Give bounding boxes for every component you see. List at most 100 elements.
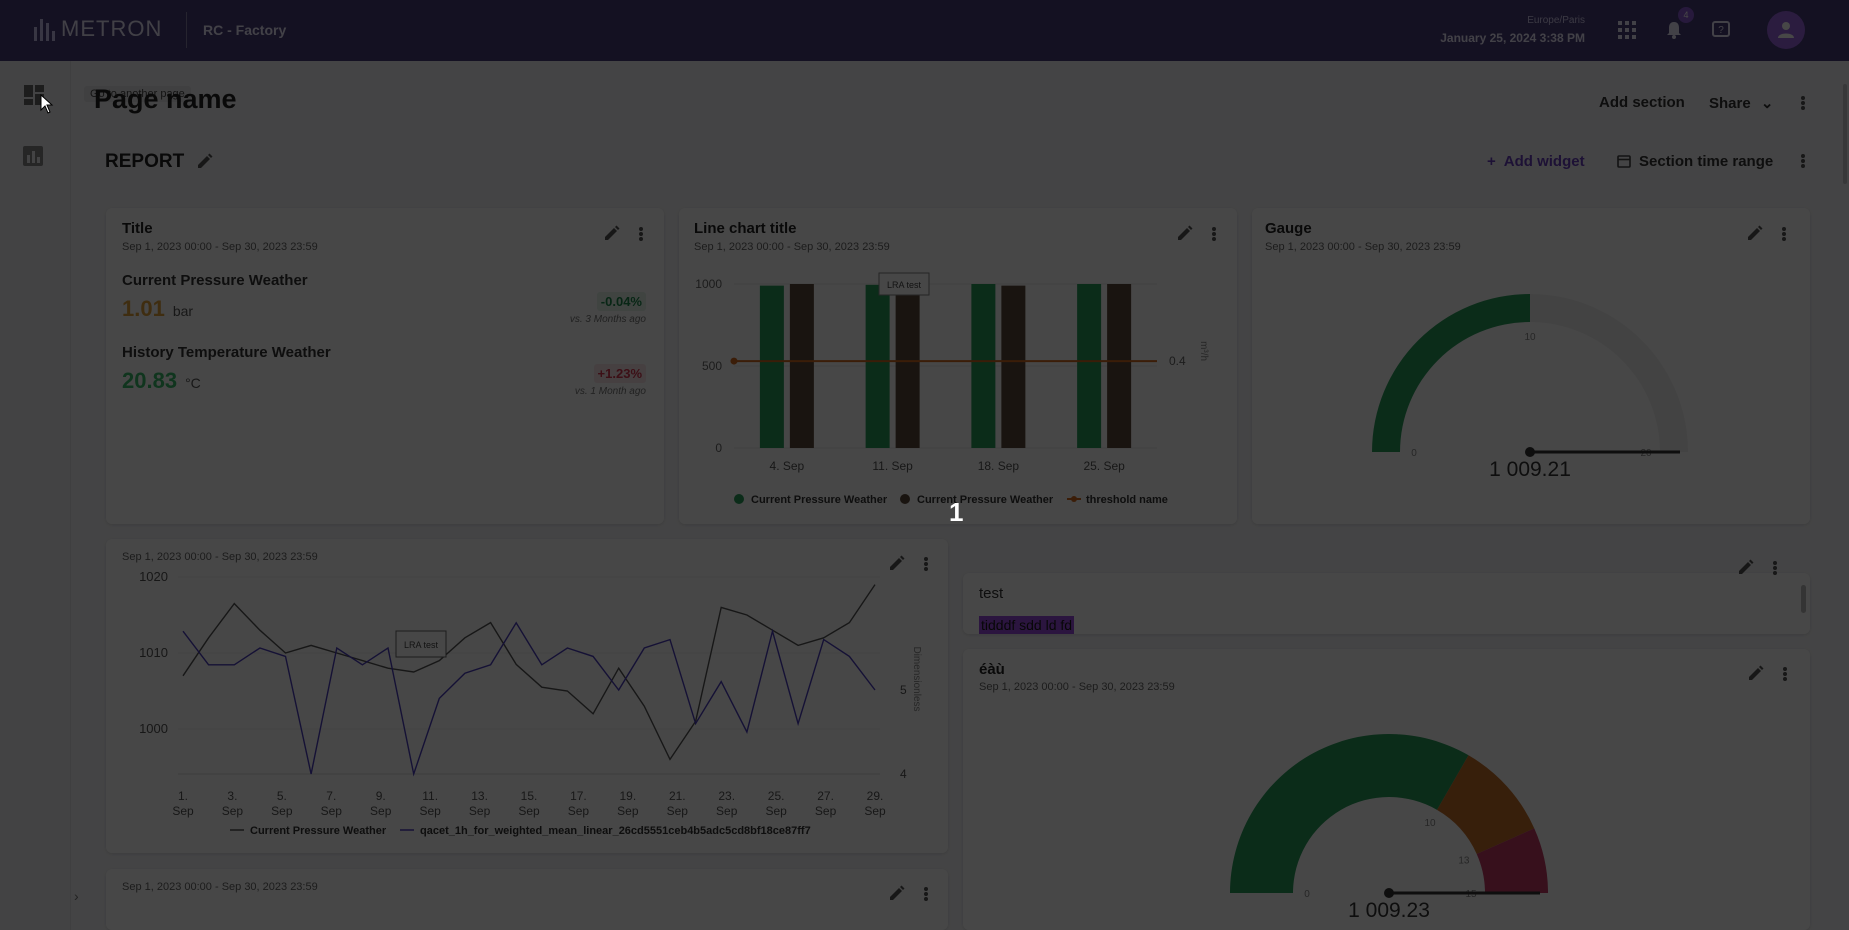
add-widget-button[interactable]: + Add widget (1487, 153, 1585, 170)
x-tick-sublabel: Sep (864, 804, 886, 818)
x-tick-label: 7. (326, 789, 336, 803)
right-axis-label: m³/h (1198, 341, 1209, 361)
expand-sidebar-chevron-icon[interactable]: › (74, 888, 92, 906)
x-tick-label: 3. (227, 789, 237, 803)
bar (789, 284, 814, 448)
top-bar: METRON RC - Factory Europe/Paris January… (0, 0, 1849, 61)
user-avatar[interactable] (1767, 11, 1805, 49)
share-button[interactable]: Share ⌄ (1709, 94, 1773, 112)
legend-label: Current Pressure Weather (751, 494, 888, 506)
x-tick-label: 17. (570, 789, 587, 803)
widget-title: Title (122, 220, 153, 237)
section-more-menu-icon[interactable] (1795, 152, 1811, 170)
bar (895, 285, 920, 448)
page-title[interactable]: Page name (94, 84, 237, 115)
bar (759, 285, 784, 448)
gauge-tick-label: 10 (1424, 818, 1436, 829)
highlighted-text: tidddf sdd ld fd (979, 616, 1075, 634)
page-more-menu-icon[interactable] (1795, 94, 1811, 112)
annotation-label: LRA test (404, 640, 439, 650)
text-widget-scrollbar[interactable] (1801, 585, 1806, 613)
bar-chart-widget: Line chart title Sep 1, 2023 00:00 - Sep… (679, 208, 1237, 524)
app-logo[interactable]: METRON (34, 16, 162, 42)
edit-widget-pencil-icon[interactable] (1737, 558, 1755, 576)
widget-date-range: Sep 1, 2023 00:00 - Sep 30, 2023 23:59 (122, 241, 318, 253)
x-tick-label: 5. (277, 789, 287, 803)
x-tick-sublabel: Sep (271, 804, 293, 818)
x-tick-sublabel: Sep (469, 804, 491, 818)
kpi-widget: Title Sep 1, 2023 00:00 - Sep 30, 2023 2… (106, 208, 664, 524)
y-tick-label: 1000 (695, 277, 722, 291)
legend-label: qacet_1h_for_weighted_mean_linear_26cd55… (420, 825, 811, 837)
sidebar (0, 61, 71, 930)
legend-marker (1071, 496, 1077, 502)
apps-grid-icon[interactable] (1615, 18, 1639, 42)
kpi-delta-badge: +1.23% (593, 364, 646, 383)
x-tick-sublabel: Sep (419, 804, 441, 818)
chevron-down-icon: ⌄ (1760, 95, 1774, 112)
gauge-chart: 01013151 009.23 (1230, 734, 1548, 922)
gauge-value: 1 009.23 (1348, 899, 1430, 922)
x-tick-label: 4. Sep (770, 459, 805, 473)
page-scrollbar[interactable] (1843, 84, 1847, 184)
factory-name[interactable]: RC - Factory (203, 22, 286, 38)
line-chart: 10001010102045 Dimensionless1.Sep3.Sep5.S… (139, 569, 922, 837)
annotation-label: LRA test (887, 280, 922, 290)
threshold-marker (730, 357, 738, 365)
help-icon[interactable]: ? (1709, 18, 1733, 42)
x-tick-label: 11. (422, 789, 438, 803)
kpi-unit: °C (185, 375, 201, 391)
gauge-needle-hub (1525, 447, 1535, 457)
timezone-label: Europe/Paris (1527, 15, 1585, 26)
right-tick-label: 5 (900, 683, 907, 697)
edit-widget-pencil-icon[interactable] (603, 224, 621, 242)
kpi-unit: bar (172, 303, 194, 319)
kpi-label: Current Pressure Weather (122, 272, 308, 289)
gauge-needle-hub (1384, 888, 1394, 898)
add-section-button[interactable]: Add section (1599, 94, 1685, 111)
gauge-widget-2: éàù Sep 1, 2023 00:00 - Sep 30, 2023 23:… (963, 649, 1810, 930)
bar-chart: 0 500 1000 4. Sep 11. Sep 18. Sep 25. Sep 0.4 m³… (695, 272, 1209, 506)
text-widget-body: test (979, 585, 1004, 602)
x-tick-label: 9. (376, 789, 386, 803)
widget-more-menu-icon[interactable] (633, 225, 649, 243)
gauge-widget: Gauge Sep 1, 2023 00:00 - Sep 30, 2023 2… (1252, 208, 1810, 524)
x-tick-sublabel: Sep (321, 804, 343, 818)
gauge-tick-label: 0 (1304, 889, 1310, 900)
widget-date-range: Sep 1, 2023 00:00 - Sep 30, 2023 23:59 (122, 881, 318, 893)
svg-text:?: ? (1718, 25, 1724, 36)
gauge-tick-label: 10 (1524, 332, 1536, 343)
x-tick-label: 1. (178, 789, 188, 803)
x-tick-label: 11. Sep (872, 459, 913, 473)
tour-step-number: 1 (949, 497, 964, 527)
header-divider (186, 12, 187, 48)
chart-icon[interactable] (22, 145, 46, 169)
right-tick-label: 4 (900, 767, 907, 781)
gauge-tick-label: 13 (1458, 856, 1470, 867)
x-tick-sublabel: Sep (765, 804, 787, 818)
edit-widget-pencil-icon[interactable] (888, 884, 906, 902)
x-tick-sublabel: Sep (667, 804, 689, 818)
user-icon (1778, 22, 1794, 38)
gauge-chart: 010201 009.21 (1372, 294, 1688, 481)
section-time-range-button[interactable]: Section time range (1617, 153, 1773, 172)
kpi-value: 20.83 °C (122, 368, 201, 394)
widget-more-menu-icon[interactable] (1767, 559, 1783, 577)
gauge-band (1372, 294, 1530, 452)
x-tick-label: 27. (817, 789, 834, 803)
add-widget-label: Add widget (1503, 153, 1585, 170)
kpi-number: 20.83 (122, 368, 178, 393)
x-tick-sublabel: Sep (617, 804, 639, 818)
legend-label: threshold name (1086, 494, 1168, 506)
x-tick-label: 18. Sep (978, 459, 1020, 473)
section-title: REPORT (105, 151, 185, 172)
bar (971, 284, 996, 448)
y-tick-label: 1020 (139, 569, 168, 584)
y-tick-label: 500 (702, 359, 722, 373)
notifications-bell-icon[interactable]: 4 (1662, 7, 1694, 42)
x-tick-sublabel: Sep (518, 804, 540, 818)
x-tick-sublabel: Sep (172, 804, 194, 818)
edit-section-pencil-icon[interactable] (196, 152, 214, 170)
widget-more-menu-icon[interactable] (918, 885, 934, 903)
x-tick-sublabel: Sep (716, 804, 738, 818)
